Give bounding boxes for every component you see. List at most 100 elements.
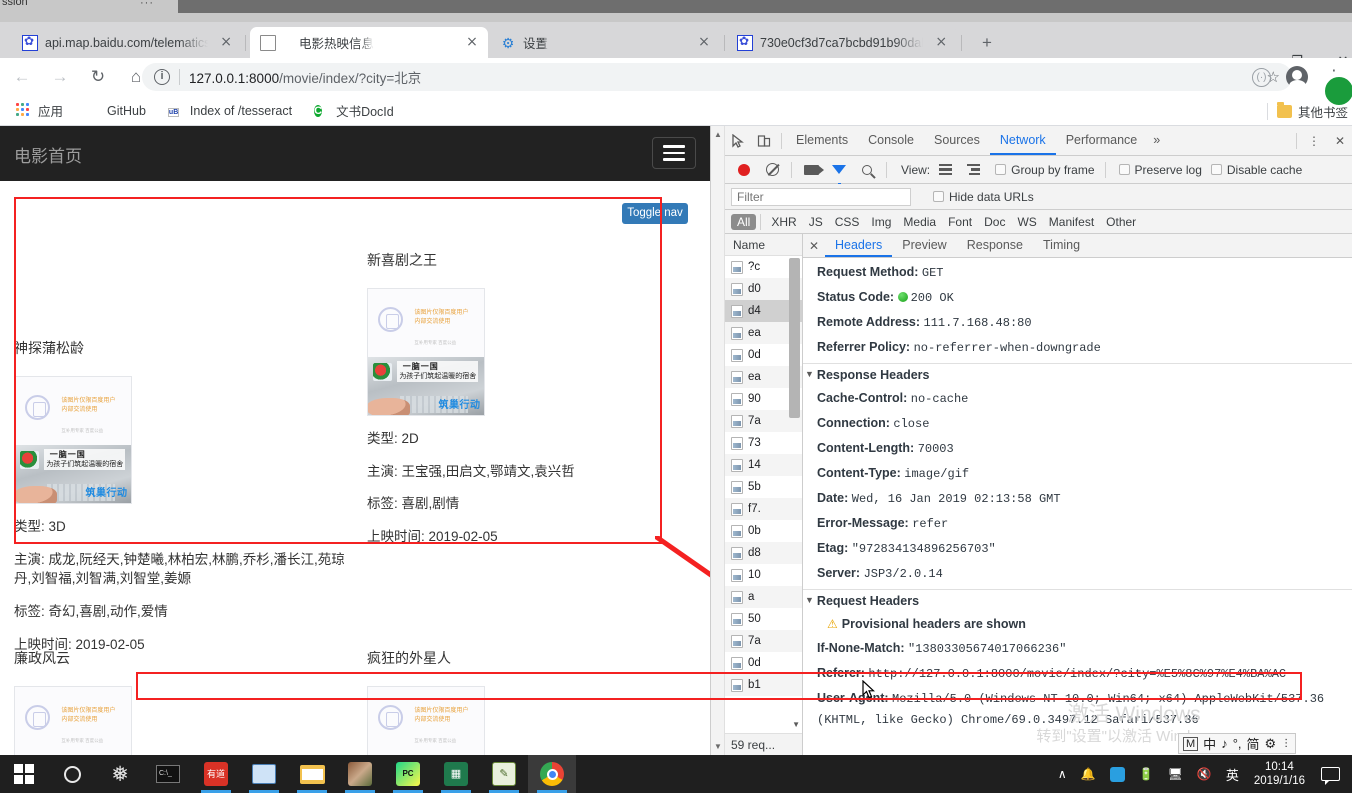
browser-tab-2[interactable]: 电影热映信息 × <box>250 27 488 58</box>
file-explorer-icon[interactable] <box>288 755 336 793</box>
request-headers-section-title[interactable]: ▼ Request Headers <box>803 589 1352 612</box>
type-filter-ws[interactable]: WS <box>1011 214 1042 230</box>
cortana-search-button[interactable] <box>48 755 96 793</box>
browser-tab-3-close-icon[interactable]: × <box>696 34 712 51</box>
browser-tab-2-close-icon[interactable]: × <box>464 34 480 51</box>
request-row[interactable]: 10 <box>725 564 802 586</box>
devtools-tab-network[interactable]: Network <box>989 126 1056 155</box>
taskbar-clock[interactable]: 10:14 2019/1/16 <box>1254 760 1305 789</box>
type-filter-css[interactable]: CSS <box>829 214 866 230</box>
detail-tab-preview[interactable]: Preview <box>892 234 956 257</box>
devtools-tab-elements[interactable]: Elements <box>786 126 858 155</box>
request-row[interactable]: a <box>725 586 802 608</box>
checkbox-box[interactable] <box>933 191 944 202</box>
type-filter-all[interactable]: All <box>731 213 757 230</box>
tray-notifications-bell-icon[interactable]: 🔔 <box>1081 767 1096 781</box>
devtools-tab-performance[interactable]: Performance <box>1056 126 1148 155</box>
record-button[interactable] <box>731 157 757 183</box>
request-name-column-header[interactable]: Name <box>725 234 802 256</box>
request-row[interactable]: 7a <box>725 630 802 652</box>
start-button[interactable] <box>0 755 48 793</box>
forward-button[interactable]: → <box>44 61 76 93</box>
browser-tab-1[interactable]: api.map.baidu.com/telematics × <box>14 27 242 58</box>
devtools-tab-console[interactable]: Console <box>858 126 924 155</box>
ime-settings-icon[interactable]: ⚙ <box>1265 736 1277 752</box>
devtools-more-panels-icon[interactable]: » <box>1147 126 1166 155</box>
navicat-app-icon[interactable]: ▦ <box>432 755 480 793</box>
disable-cache-checkbox[interactable]: Disable cache <box>1210 163 1302 177</box>
detail-tab-timing[interactable]: Timing <box>1033 234 1090 257</box>
terminal-app-icon[interactable]: C:\_ <box>144 755 192 793</box>
device-toolbar-icon[interactable] <box>751 128 777 154</box>
ime-punctuation-icon[interactable]: °, <box>1233 736 1242 751</box>
pycharm-app-icon[interactable]: PC <box>384 755 432 793</box>
ime-more-icon[interactable]: ⋮ <box>1281 738 1291 749</box>
request-list-scrollbar[interactable] <box>789 258 800 418</box>
tray-expand-icon[interactable]: ∧ <box>1058 767 1067 781</box>
request-row[interactable]: f7. <box>725 498 802 520</box>
detail-tab-headers[interactable]: Headers <box>825 234 893 257</box>
back-button[interactable]: ← <box>6 61 38 93</box>
type-filter-media[interactable]: Media <box>897 214 942 230</box>
clear-button[interactable] <box>759 157 785 183</box>
bookmark-github[interactable]: GitHub <box>79 100 152 122</box>
tray-language-indicator[interactable]: 英 <box>1226 765 1239 784</box>
request-row[interactable]: 14 <box>725 454 802 476</box>
devtools-close-icon[interactable]: ✕ <box>1327 128 1352 154</box>
hide-data-urls-checkbox[interactable]: Hide data URLs <box>933 190 1034 204</box>
chrome-app-icon[interactable] <box>528 755 576 793</box>
devtools-menu-icon[interactable]: ⋮ <box>1301 128 1327 154</box>
type-filter-xhr[interactable]: XHR <box>765 214 802 230</box>
bookmark-docid[interactable]: C 文书DocId <box>308 98 400 123</box>
type-filter-js[interactable]: JS <box>803 214 829 230</box>
request-scroll-down-icon[interactable]: ▼ <box>792 720 800 729</box>
tray-battery-icon[interactable]: 🔋 <box>1139 767 1154 781</box>
checkbox-box[interactable] <box>995 164 1007 175</box>
filter-input[interactable] <box>731 187 911 206</box>
youdao-app-icon[interactable]: 有道 <box>192 755 240 793</box>
mail-app-icon[interactable] <box>240 755 288 793</box>
waterfall-view-icon[interactable] <box>960 157 986 183</box>
ime-mode-icon[interactable]: M <box>1183 736 1199 751</box>
request-row[interactable]: d8 <box>725 542 802 564</box>
response-headers-section-title[interactable]: ▼ Response Headers <box>803 363 1352 386</box>
request-row[interactable]: 5b <box>725 476 802 498</box>
type-filter-other[interactable]: Other <box>1100 214 1142 230</box>
profile-avatar-button[interactable] <box>1286 63 1308 92</box>
type-filter-img[interactable]: Img <box>865 214 897 230</box>
new-tab-button[interactable]: + <box>978 34 996 52</box>
list-view-icon[interactable] <box>932 157 958 183</box>
search-icon[interactable] <box>854 157 880 183</box>
action-center-icon[interactable] <box>1321 767 1340 785</box>
inspect-element-icon[interactable] <box>725 128 751 154</box>
request-row[interactable]: 50 <box>725 608 802 630</box>
site-info-icon[interactable]: i <box>154 69 170 85</box>
extension-icon[interactable]: (·) <box>1252 63 1271 91</box>
task-view-button[interactable]: ❅ <box>96 755 144 793</box>
checkbox-box[interactable] <box>1118 164 1130 175</box>
address-bar[interactable]: i 127.0.0.1:8000/movie/index/?city=北京 ☆ <box>142 63 1292 91</box>
tray-volume-icon[interactable]: 🔇 <box>1197 767 1212 781</box>
editor-app-icon[interactable]: ✎ <box>480 755 528 793</box>
preserve-log-checkbox[interactable]: Preserve log <box>1118 163 1202 177</box>
filter-icon[interactable] <box>826 157 852 188</box>
ime-simplified-icon[interactable]: 简 <box>1247 734 1260 753</box>
type-filter-font[interactable]: Font <box>942 214 978 230</box>
ime-moon-icon[interactable]: ♪ <box>1221 736 1228 751</box>
type-filter-manifest[interactable]: Manifest <box>1043 214 1100 230</box>
reload-button[interactable]: ↻ <box>82 61 114 93</box>
site-brand-label[interactable]: 电影首页 <box>14 142 82 167</box>
capture-screenshots-icon[interactable] <box>798 157 824 183</box>
ime-language-icon[interactable]: 中 <box>1203 734 1216 753</box>
bookmark-apps[interactable]: 应用 <box>10 98 69 123</box>
detail-close-icon[interactable]: ✕ <box>803 239 825 253</box>
detail-tab-response[interactable]: Response <box>957 234 1033 257</box>
type-filter-doc[interactable]: Doc <box>978 214 1011 230</box>
request-row[interactable]: 0d <box>725 652 802 674</box>
group-by-frame-checkbox[interactable]: Group by frame <box>995 163 1095 177</box>
scroll-down-arrow-icon[interactable]: ▼ <box>714 742 722 751</box>
scroll-up-arrow-icon[interactable]: ▲ <box>714 130 722 139</box>
tray-sogou-icon[interactable] <box>1109 766 1125 782</box>
devtools-scroll-gutter[interactable]: ▲ ▼ <box>711 126 725 755</box>
tray-network-icon[interactable]: 🖥 <box>1168 767 1183 781</box>
